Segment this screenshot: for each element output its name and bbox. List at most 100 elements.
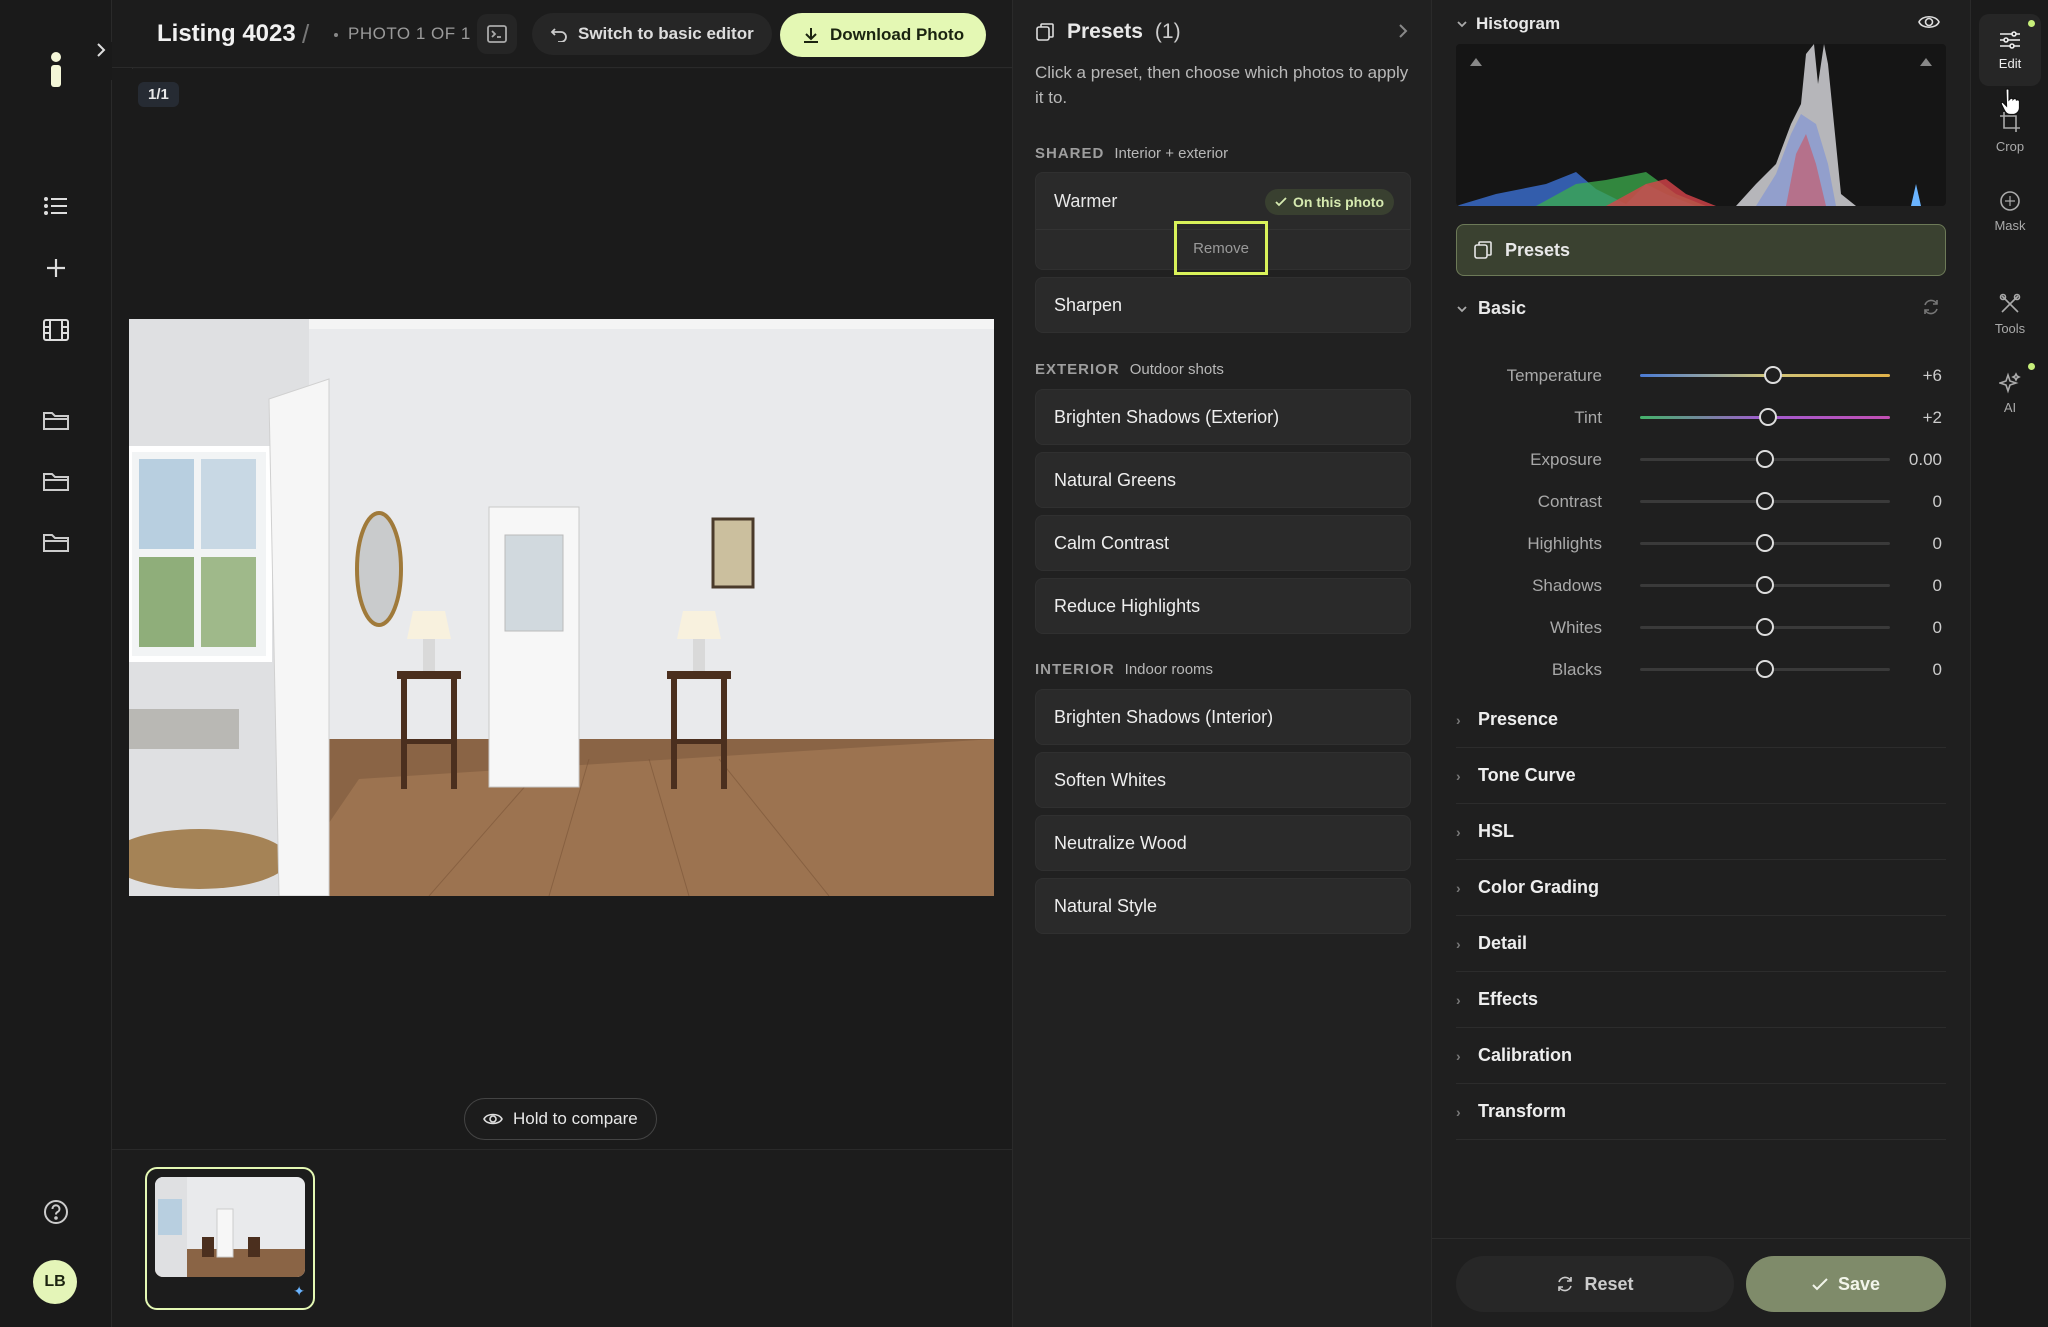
photo-thumbnail[interactable]: ✦ <box>145 1167 315 1310</box>
preset-sharpen[interactable]: Sharpen <box>1035 277 1411 333</box>
basic-header[interactable]: Basic <box>1456 298 1526 319</box>
slider-value[interactable]: 0 <box>1933 492 1942 512</box>
ai-sparkle-icon: ✦ <box>293 1283 305 1299</box>
avatar[interactable]: LB <box>33 1260 77 1304</box>
section-transform[interactable]: › Transform <box>1456 1084 1946 1140</box>
section-hsl[interactable]: › HSL <box>1456 804 1946 860</box>
chevron-down-icon <box>1457 305 1467 312</box>
switch-basic-editor-button[interactable]: Switch to basic editor <box>532 13 772 55</box>
section-sub: Indoor rooms <box>1124 661 1214 678</box>
slider-value[interactable]: +6 <box>1923 366 1942 386</box>
applied-badge-label: On this photo <box>1293 194 1384 210</box>
folder-icon[interactable] <box>36 522 76 562</box>
download-photo-button[interactable]: Download Photo <box>780 13 987 57</box>
preset-neutralize-wood[interactable]: Neutralize Wood <box>1035 815 1411 871</box>
section-calibration[interactable]: › Calibration <box>1456 1028 1946 1084</box>
slider-row: Shadows 0 <box>1456 570 1946 600</box>
help-icon[interactable] <box>36 1192 76 1232</box>
slider-value[interactable]: 0 <box>1933 660 1942 680</box>
tool-mask[interactable]: Mask <box>1979 175 2041 247</box>
hold-to-compare-label: Hold to compare <box>513 1109 638 1128</box>
page-badge: 1/1 <box>138 82 179 107</box>
slider-label: Tint <box>1574 408 1602 427</box>
reset-label: Reset <box>1584 1273 1634 1294</box>
logo-icon <box>51 52 61 87</box>
check-icon <box>1275 197 1287 207</box>
preset-reduce-highlights[interactable]: Reduce Highlights <box>1035 578 1411 634</box>
chevron-right-icon: › <box>1456 767 1461 784</box>
section-tone-curve[interactable]: › Tone Curve <box>1456 748 1946 804</box>
tool-edit[interactable]: Edit <box>1979 14 2041 86</box>
tool-ai[interactable]: AI <box>1979 357 2041 429</box>
preset-label: Warmer <box>1054 191 1118 211</box>
slider-label: Exposure <box>1530 450 1602 469</box>
sparkle-icon <box>1999 371 2021 394</box>
section-label: Calibration <box>1478 1045 1573 1065</box>
slider-knob[interactable] <box>1763 366 1782 384</box>
slider-knob[interactable] <box>1756 450 1774 468</box>
mask-icon <box>2000 190 2020 211</box>
slider-label: Blacks <box>1551 660 1602 679</box>
hold-to-compare-button[interactable]: Hold to compare <box>464 1098 657 1140</box>
presets-panel: Presets (1) Click a preset, then choose … <box>1012 0 1432 1327</box>
panel-icon <box>487 25 507 43</box>
slider-value[interactable]: 0 <box>1933 576 1942 596</box>
slider-knob[interactable] <box>1756 618 1774 636</box>
slider-knob[interactable] <box>1756 576 1774 594</box>
presets-header: Presets (1) <box>1035 20 1181 44</box>
slider-value[interactable]: +2 <box>1923 408 1942 428</box>
info-panel-button[interactable] <box>477 14 517 54</box>
section-effects[interactable]: › Effects <box>1456 972 1946 1028</box>
presets-count: (1) <box>1154 20 1181 43</box>
presets-description: Click a preset, then choose which photos… <box>1035 63 1409 107</box>
slider-row: Highlights 0 <box>1456 528 1946 558</box>
tools-rail: Edit Crop Mask Tools AI <box>1970 0 2048 1327</box>
section-name: EXTERIOR <box>1035 361 1120 378</box>
chevron-right-icon[interactable] <box>1397 22 1409 40</box>
preset-natural-style[interactable]: Natural Style <box>1035 878 1411 934</box>
save-button[interactable]: Save <box>1746 1256 1946 1312</box>
slider-value[interactable]: 0 <box>1933 618 1942 638</box>
preset-soften-whites[interactable]: Soften Whites <box>1035 752 1411 808</box>
slider-row: Contrast 0 <box>1456 486 1946 516</box>
refresh-icon[interactable] <box>1922 298 1940 316</box>
check-icon <box>1812 1277 1828 1290</box>
section-name: SHARED <box>1035 145 1105 162</box>
histogram-header[interactable]: Histogram <box>1456 14 1560 34</box>
chevron-right-icon: › <box>1456 711 1461 728</box>
slider-row: Whites 0 <box>1456 612 1946 642</box>
list-icon[interactable] <box>36 186 76 226</box>
slider-knob[interactable] <box>1756 492 1774 510</box>
download-icon <box>804 28 818 43</box>
section-color-grading[interactable]: › Color Grading <box>1456 860 1946 916</box>
eye-icon[interactable] <box>1918 14 1940 30</box>
applied-badge: On this photo <box>1265 189 1394 215</box>
section-presence[interactable]: › Presence <box>1456 692 1946 748</box>
film-icon[interactable] <box>36 310 76 350</box>
main-photo[interactable] <box>129 319 994 896</box>
slider-label: Shadows <box>1532 576 1602 595</box>
preset-brighten-shadows-interior[interactable]: Brighten Shadows (Interior) <box>1035 689 1411 745</box>
folder-icon[interactable] <box>36 461 76 501</box>
section-detail[interactable]: › Detail <box>1456 916 1946 972</box>
undo-icon <box>550 28 567 42</box>
tool-tools[interactable]: Tools <box>1979 278 2041 350</box>
slider-row: Blacks 0 <box>1456 654 1946 684</box>
folder-icon[interactable] <box>36 400 76 440</box>
slider-value[interactable]: 0.00 <box>1909 450 1942 470</box>
slider-value[interactable]: 0 <box>1933 534 1942 554</box>
presets-toggle-button[interactable]: Presets <box>1456 224 1946 276</box>
section-sub: Outdoor shots <box>1129 361 1224 378</box>
preset-brighten-shadows-exterior[interactable]: Brighten Shadows (Exterior) <box>1035 389 1411 445</box>
histogram-title: Histogram <box>1476 14 1561 33</box>
slider-knob[interactable] <box>1758 408 1777 426</box>
slider-knob[interactable] <box>1756 534 1774 552</box>
tools-icon <box>1999 293 2021 313</box>
reset-button[interactable]: Reset <box>1456 1256 1734 1312</box>
photo-editor-app: LB Listing 4023 / PHOTO 1 OF 1 Switch to… <box>0 0 2048 1327</box>
preset-natural-greens[interactable]: Natural Greens <box>1035 452 1411 508</box>
remove-preset-button[interactable]: Remove <box>1174 221 1268 275</box>
preset-calm-contrast[interactable]: Calm Contrast <box>1035 515 1411 571</box>
add-icon[interactable] <box>36 248 76 288</box>
slider-knob[interactable] <box>1756 660 1774 678</box>
